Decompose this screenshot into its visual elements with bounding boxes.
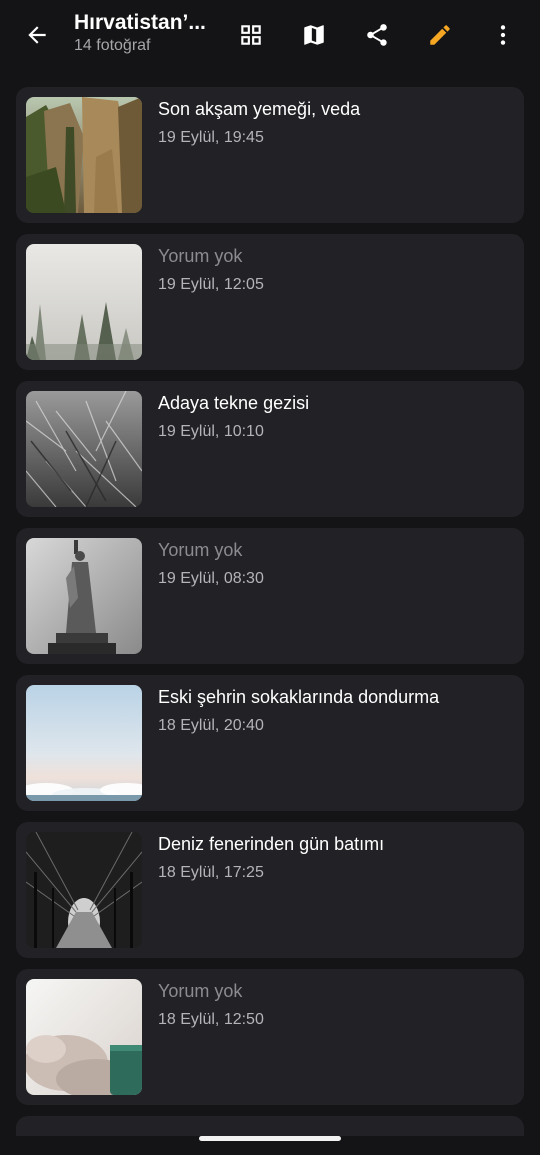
- pencil-icon: [427, 22, 453, 48]
- grid-view-icon: [238, 22, 264, 48]
- photo-comment: Son akşam yemeği, veda: [158, 99, 361, 119]
- photo-thumbnail[interactable]: [26, 832, 142, 948]
- map-button[interactable]: [290, 11, 338, 59]
- arrow-left-icon: [24, 22, 50, 48]
- photo-thumbnail[interactable]: [26, 244, 142, 360]
- photo-list-item[interactable]: Yorum yok 19 Eylül, 12:05: [16, 234, 524, 370]
- photo-list-item[interactable]: Eski şehrin sokaklarında dondurma 18 Eyl…: [16, 675, 524, 811]
- photo-date: 19 Eylül, 19:45: [158, 129, 264, 146]
- photo-list: Son akşam yemeği, veda 19 Eylül, 19:45 Y…: [16, 87, 524, 1136]
- map-icon: [301, 22, 327, 48]
- title-block: Hırvatistan’... 14 fotoğraf: [74, 10, 224, 56]
- photo-comment: Adaya tekne gezisi: [158, 393, 310, 413]
- photo-comment: Yorum yok: [158, 246, 243, 266]
- photo-list-item[interactable]: Deniz fenerinden gün batımı 18 Eylül, 17…: [16, 822, 524, 958]
- photo-date: 19 Eylül, 12:05: [158, 276, 264, 293]
- photo-comment: Yorum yok: [158, 540, 243, 560]
- photo-comment: Yorum yok: [158, 981, 243, 1001]
- share-icon: [364, 22, 390, 48]
- photo-thumbnail[interactable]: [26, 97, 142, 213]
- photo-list-item[interactable]: Son akşam yemeği, veda 19 Eylül, 19:45: [16, 87, 524, 223]
- edit-button[interactable]: [416, 11, 464, 59]
- photo-comment: Deniz fenerinden gün batımı: [158, 834, 385, 854]
- photo-list-item[interactable]: Yorum yok 19 Eylül, 08:30: [16, 528, 524, 664]
- more-options-button[interactable]: [479, 11, 527, 59]
- photo-date: 19 Eylül, 10:10: [158, 423, 264, 440]
- photo-thumbnail[interactable]: [26, 685, 142, 801]
- photo-list-item[interactable]: Yorum yok 18 Eylül, 12:50: [16, 969, 524, 1105]
- album-title: Hırvatistan’...: [74, 11, 206, 34]
- back-button[interactable]: [13, 11, 61, 59]
- photo-date: 18 Eylül, 12:50: [158, 1011, 264, 1028]
- photo-date: 19 Eylül, 08:30: [158, 570, 264, 587]
- photo-count: 14 fotoğraf: [74, 37, 151, 54]
- photo-date: 18 Eylül, 20:40: [158, 717, 264, 734]
- photo-list-item[interactable]: [16, 1116, 524, 1136]
- photo-thumbnail[interactable]: [26, 538, 142, 654]
- more-vert-icon: [490, 22, 516, 48]
- photo-thumbnail[interactable]: [26, 391, 142, 507]
- photo-comment: Eski şehrin sokaklarında dondurma: [158, 687, 440, 707]
- photo-thumbnail[interactable]: [26, 979, 142, 1095]
- home-indicator[interactable]: [199, 1136, 341, 1141]
- grid-view-button[interactable]: [227, 11, 275, 59]
- photo-list-item[interactable]: Adaya tekne gezisi 19 Eylül, 10:10: [16, 381, 524, 517]
- share-button[interactable]: [353, 11, 401, 59]
- top-app-bar: Hırvatistan’... 14 fotoğraf: [0, 0, 540, 70]
- photo-date: 18 Eylül, 17:25: [158, 864, 264, 881]
